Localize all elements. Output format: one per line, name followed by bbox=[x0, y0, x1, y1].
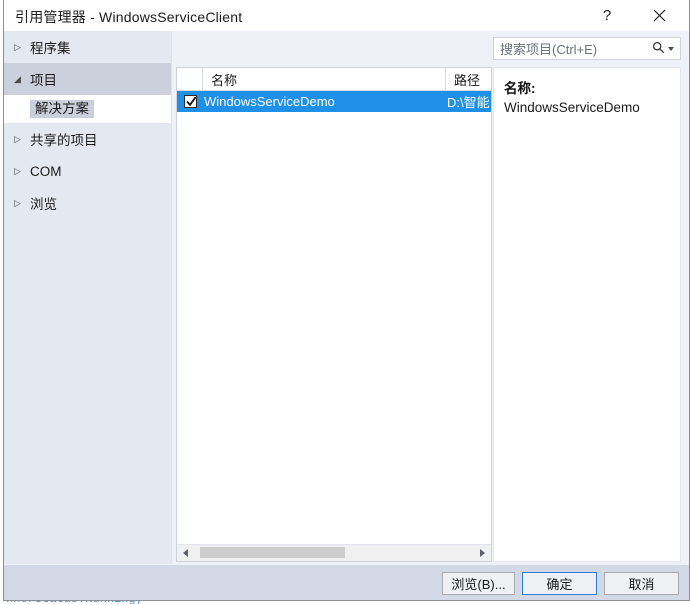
category-sidebar: ▷ 程序集 ◢ 项目 解决方案 ▷ 共享的项目 ▷ COM ▷ 浏览 bbox=[4, 31, 172, 564]
chevron-right-icon bbox=[480, 549, 485, 557]
sidebar-item-label: COM bbox=[30, 163, 62, 179]
scrollbar-thumb[interactable] bbox=[200, 547, 345, 558]
detail-name-value: WindowsServiceDemo bbox=[504, 100, 640, 115]
help-button[interactable]: ? bbox=[587, 0, 627, 31]
detail-name-label: 名称: bbox=[504, 81, 536, 96]
sidebar-item-assemblies[interactable]: ▷ 程序集 bbox=[4, 31, 171, 63]
sidebar-item-com[interactable]: ▷ COM bbox=[4, 155, 171, 187]
scrollbar-track[interactable] bbox=[194, 545, 474, 561]
column-header-name[interactable]: 名称 bbox=[203, 68, 446, 90]
sidebar-item-browse[interactable]: ▷ 浏览 bbox=[4, 187, 171, 219]
ok-button[interactable]: 确定 bbox=[522, 572, 597, 595]
row-path-cell: D:\智能 bbox=[447, 95, 490, 110]
sidebar-item-solution[interactable]: 解决方案 bbox=[4, 95, 171, 123]
chevron-left-icon bbox=[183, 549, 188, 557]
list-header: 名称 路径 bbox=[177, 68, 491, 91]
search-placeholder: 搜索项目(Ctrl+E) bbox=[500, 42, 598, 57]
column-header-checkbox bbox=[177, 68, 203, 90]
chevron-right-icon: ▷ bbox=[14, 165, 21, 176]
reference-manager-dialog: 引用管理器 - WindowsServiceClient ? ▷ 程序集 ◢ 项… bbox=[3, 0, 690, 601]
chevron-right-icon: ▷ bbox=[14, 197, 21, 208]
project-list-panel: 名称 路径 WindowsServiceDemo D:\智能 bbox=[176, 67, 492, 562]
table-row[interactable]: WindowsServiceDemo D:\智能 bbox=[177, 91, 491, 112]
title-bar: 引用管理器 - WindowsServiceClient ? bbox=[4, 0, 689, 31]
dialog-button-bar: 浏览(B)... 确定 取消 bbox=[4, 565, 689, 600]
checkbox-checked-icon bbox=[183, 95, 197, 108]
search-icon bbox=[652, 41, 665, 57]
row-checkbox[interactable] bbox=[177, 95, 203, 108]
sidebar-item-projects[interactable]: ◢ 项目 bbox=[4, 63, 171, 95]
chevron-down-icon[interactable] bbox=[668, 46, 674, 51]
horizontal-scrollbar[interactable] bbox=[177, 544, 491, 561]
chevron-right-icon: ▷ bbox=[14, 133, 21, 144]
detail-panel: 名称: WindowsServiceDemo bbox=[493, 67, 681, 562]
search-input[interactable]: 搜索项目(Ctrl+E) bbox=[493, 37, 681, 60]
sidebar-item-label: 浏览 bbox=[30, 197, 57, 212]
sidebar-item-label: 程序集 bbox=[30, 41, 71, 56]
cancel-button[interactable]: 取消 bbox=[604, 572, 679, 595]
browse-button[interactable]: 浏览(B)... bbox=[442, 572, 515, 595]
sidebar-item-label: 共享的项目 bbox=[30, 133, 98, 148]
row-name-cell: WindowsServiceDemo bbox=[204, 94, 335, 109]
scroll-right-button[interactable] bbox=[474, 545, 491, 561]
close-icon bbox=[653, 9, 666, 22]
search-icon-group[interactable] bbox=[652, 41, 680, 57]
sidebar-item-shared-projects[interactable]: ▷ 共享的项目 bbox=[4, 123, 171, 155]
page-title: 引用管理器 - WindowsServiceClient bbox=[15, 9, 243, 25]
scroll-left-button[interactable] bbox=[177, 545, 194, 561]
close-button[interactable] bbox=[639, 0, 679, 31]
sidebar-subitem-label: 解决方案 bbox=[30, 99, 94, 119]
sidebar-item-label: 项目 bbox=[30, 73, 57, 88]
chevron-down-icon: ◢ bbox=[14, 73, 21, 84]
question-mark-icon: ? bbox=[602, 7, 612, 24]
list-body: WindowsServiceDemo D:\智能 bbox=[177, 91, 491, 539]
column-header-path[interactable]: 路径 bbox=[446, 68, 491, 90]
chevron-right-icon: ▷ bbox=[14, 41, 21, 52]
